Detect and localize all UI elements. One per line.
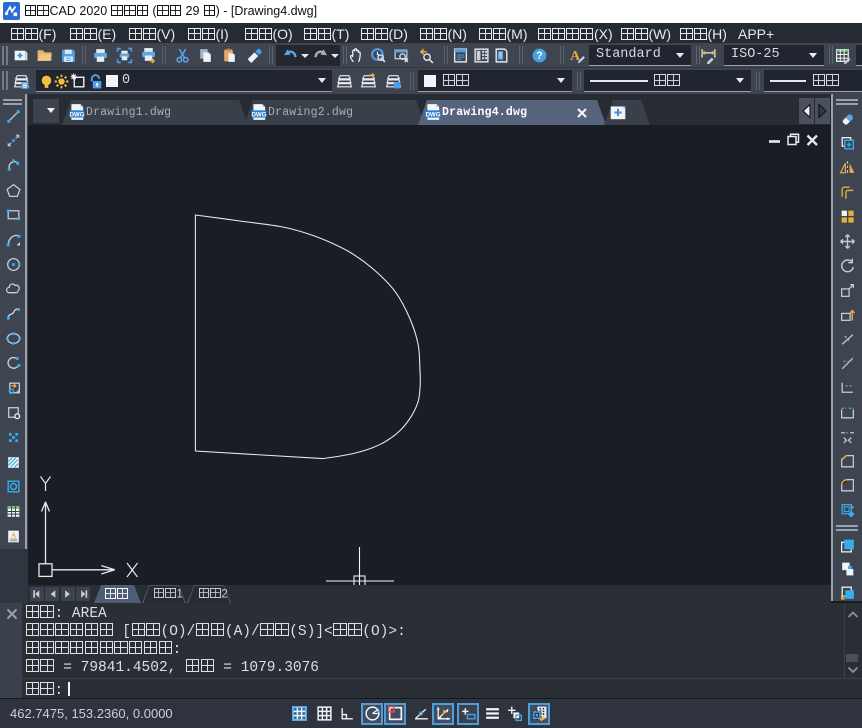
svg-text:DWG: DWG <box>251 111 266 118</box>
svg-text:A: A <box>570 48 580 63</box>
svg-text:DWG: DWG <box>425 111 440 118</box>
svg-text:A: A <box>10 530 16 539</box>
svg-text:DWG: DWG <box>69 111 84 118</box>
svg-text:?: ? <box>536 50 542 62</box>
